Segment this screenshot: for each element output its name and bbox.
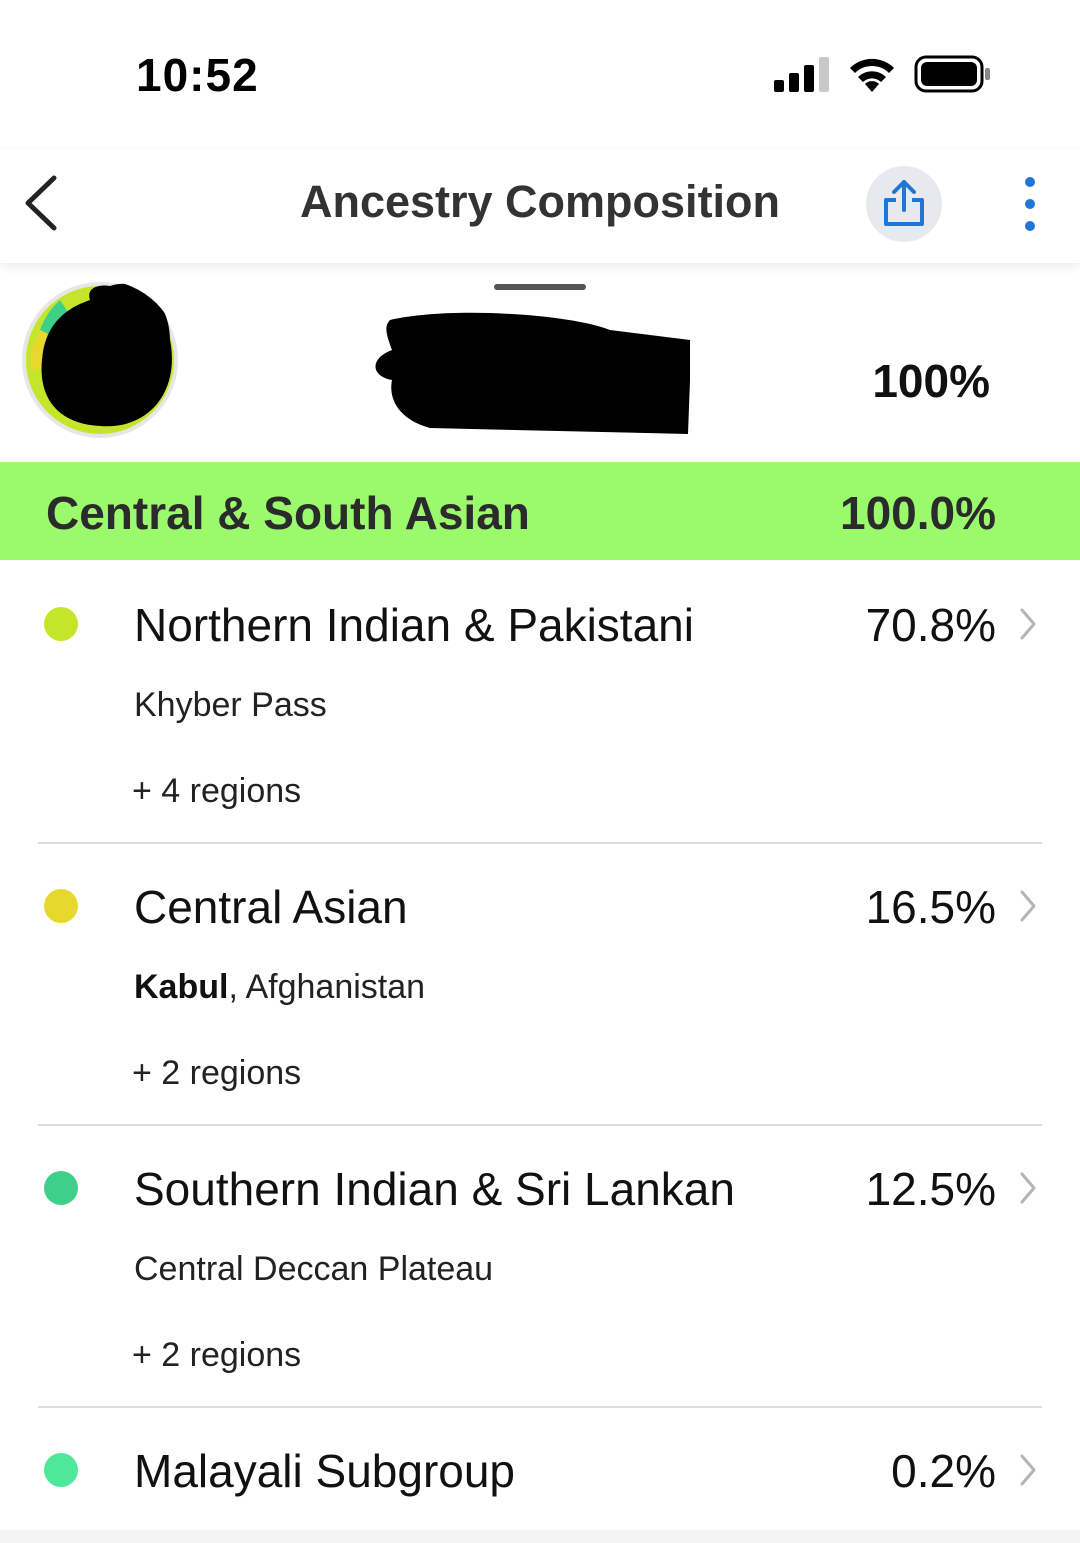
ancestry-name: Central Asian [134,881,408,933]
ancestry-name: Northern Indian & Pakistani [134,599,694,651]
more-regions-link[interactable]: + 2 regions [132,1054,301,1093]
more-regions-link[interactable]: + 2 regions [132,1336,301,1375]
ancestry-percent: 70.8% [865,599,996,651]
avatar[interactable] [20,280,180,440]
battery-icon [914,55,990,93]
more-options-button[interactable] [1008,172,1052,236]
share-icon [884,180,924,226]
ancestry-row[interactable]: Southern Indian & Sri Lankan 12.5% Centr… [0,1126,1080,1408]
ancestry-row[interactable]: Central Asian 16.5% Kabul, Afghanistan +… [0,844,1080,1126]
category-label: Central & South Asian [46,487,530,539]
ancestry-name: Southern Indian & Sri Lankan [134,1163,735,1215]
ancestry-list: Northern Indian & Pakistani 70.8% Khyber… [0,562,1080,1538]
ancestry-region: Central Deccan Plateau [134,1250,494,1288]
ancestry-region: Kabul, Afghanistan [134,968,426,1006]
color-dot [44,607,78,641]
share-button[interactable] [866,166,942,242]
sheet-handle[interactable] [494,284,586,290]
status-time: 10:52 [136,49,259,101]
color-dot [44,1171,78,1205]
status-bar: 10:52 [0,0,1080,150]
ancestry-percent: 0.2% [891,1445,996,1497]
color-dot [44,1453,78,1487]
total-percent: 100% [872,355,990,407]
chevron-right-icon [1020,1172,1036,1204]
more-regions-link[interactable]: + 4 regions [132,772,301,811]
redacted-name [375,312,690,434]
ancestry-row[interactable]: Northern Indian & Pakistani 70.8% Khyber… [0,562,1080,844]
more-vertical-icon [1025,177,1035,231]
cellular-signal-icon [774,57,829,92]
chevron-right-icon [1020,1454,1036,1486]
wifi-icon [850,58,894,92]
chevron-right-icon [1020,608,1036,640]
nav-bar: Ancestry Composition [0,150,1080,263]
ancestry-region: Khyber Pass [134,686,327,724]
category-percent: 100.0% [839,487,996,539]
ancestry-row[interactable]: Malayali Subgroup 0.2% [0,1408,1080,1538]
ancestry-name: Malayali Subgroup [134,1445,516,1497]
color-dot [44,889,78,923]
ancestry-percent: 16.5% [865,881,996,933]
chevron-right-icon [1020,890,1036,922]
bottom-strip [0,1530,1080,1543]
ancestry-percent: 12.5% [865,1163,996,1215]
category-header[interactable]: Central & South Asian 100.0% [0,462,1080,560]
ancestry-donut-avatar [22,282,178,438]
